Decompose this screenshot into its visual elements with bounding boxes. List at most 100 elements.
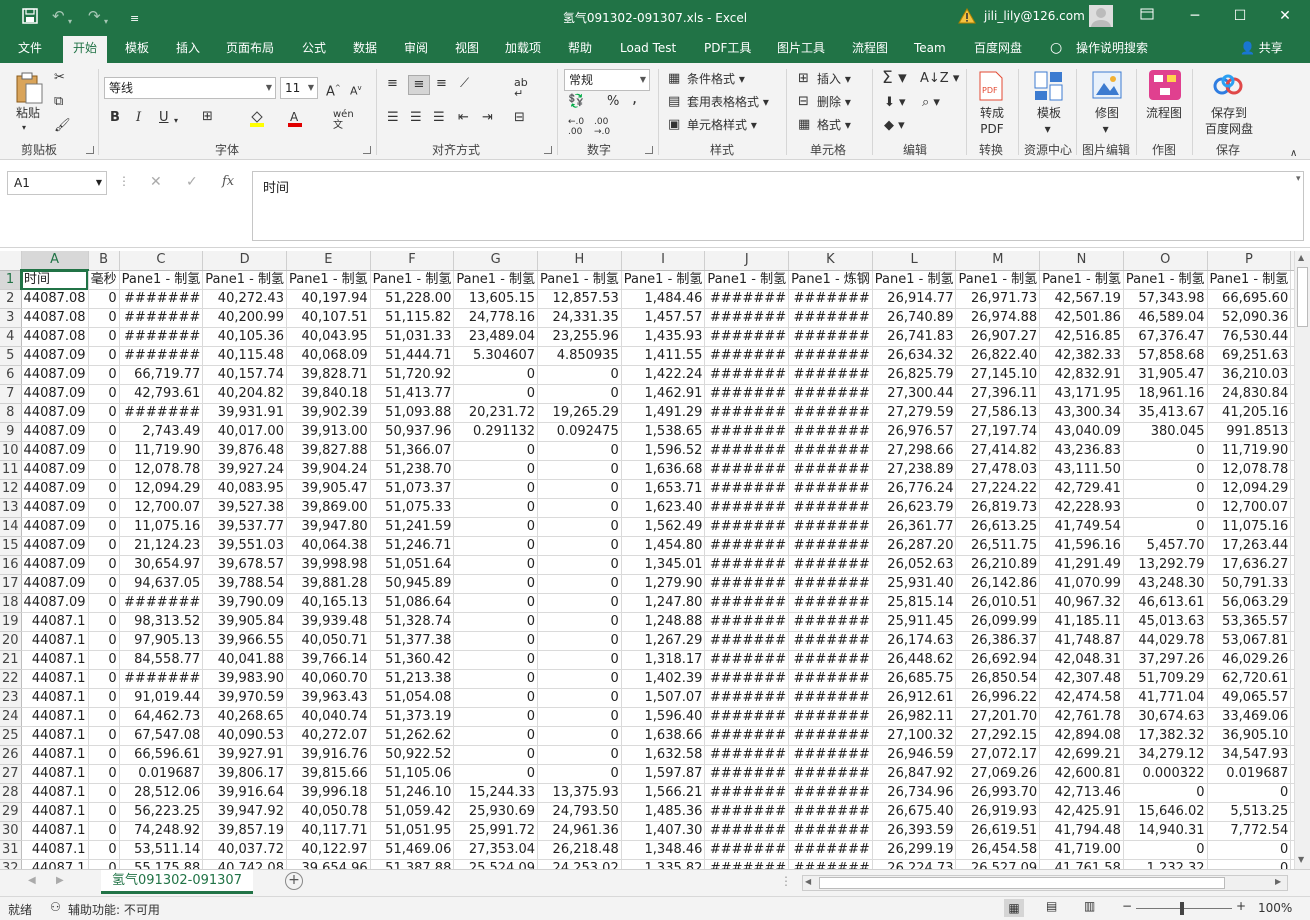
cell-e10[interactable]: 39,827.88 xyxy=(286,441,371,461)
cell-k25[interactable]: ####### xyxy=(788,726,873,746)
cell-h7[interactable]: 0 xyxy=(537,384,622,404)
worksheet-grid[interactable]: ABCDEFGHIJKLMNOPQR 1时间毫秒Pane1 - 制氢Pane1 … xyxy=(0,251,1294,869)
cell-l16[interactable]: 26,052.63 xyxy=(872,555,957,575)
cell-c21[interactable]: 84,558.77 xyxy=(119,650,204,670)
cell-n27[interactable]: 42,600.81 xyxy=(1039,764,1124,784)
cell-h32[interactable]: 24,253.02 xyxy=(537,859,622,869)
cell-d21[interactable]: 40,041.88 xyxy=(202,650,287,670)
cell-m10[interactable]: 27,414.82 xyxy=(955,441,1041,461)
cell-g11[interactable]: 0 xyxy=(453,460,539,480)
cell-k19[interactable]: ####### xyxy=(788,612,873,632)
cell-k24[interactable]: ####### xyxy=(788,707,873,727)
cell-c29[interactable]: 56,223.25 xyxy=(119,802,204,822)
column-header-p[interactable]: P xyxy=(1207,251,1292,271)
cell-a19[interactable]: 44087.1 xyxy=(21,612,89,632)
horizontal-scrollbar[interactable]: ◀ ▶ xyxy=(802,875,1288,891)
cell-g7[interactable]: 0 xyxy=(453,384,539,404)
cell-b4[interactable]: 0 xyxy=(88,327,120,347)
to-pdf-button[interactable]: 转成 PDF xyxy=(979,105,1005,137)
cell-f3[interactable]: 51,115.82 xyxy=(370,308,455,328)
cell-o20[interactable]: 44,029.78 xyxy=(1123,631,1208,651)
cell-b11[interactable]: 0 xyxy=(88,460,120,480)
cell-f1[interactable]: Pane1 - 制氢 xyxy=(370,270,455,290)
cell-o16[interactable]: 13,292.79 xyxy=(1123,555,1208,575)
cell-m25[interactable]: 27,292.15 xyxy=(955,726,1041,746)
cell-a16[interactable]: 44087.09 xyxy=(21,555,89,575)
cell-m30[interactable]: 26,619.51 xyxy=(955,821,1041,841)
increase-indent-icon[interactable]: ⇥ xyxy=(482,111,493,125)
cell-a12[interactable]: 44087.09 xyxy=(21,479,89,499)
cell-j17[interactable]: ####### xyxy=(704,574,790,594)
row-header[interactable]: 31 xyxy=(0,840,22,860)
cell-n8[interactable]: 43,300.34 xyxy=(1039,403,1124,423)
cell-l21[interactable]: 26,448.62 xyxy=(872,650,957,670)
cell-k4[interactable]: ####### xyxy=(788,327,873,347)
cell-f4[interactable]: 51,031.33 xyxy=(370,327,455,347)
cell-i6[interactable]: 1,422.24 xyxy=(621,365,706,385)
row-header[interactable]: 19 xyxy=(0,612,22,632)
cell-m6[interactable]: 27,145.10 xyxy=(955,365,1041,385)
phonetic-icon[interactable]: wén 文 xyxy=(333,109,354,131)
cell-f19[interactable]: 51,328.74 xyxy=(370,612,455,632)
font-color-icon[interactable]: A xyxy=(287,109,303,131)
cell-k13[interactable]: ####### xyxy=(788,498,873,518)
cell-l2[interactable]: 26,914.77 xyxy=(872,289,957,309)
cell-i28[interactable]: 1,566.21 xyxy=(621,783,706,803)
cell-j15[interactable]: ####### xyxy=(704,536,790,556)
cell-e24[interactable]: 40,040.74 xyxy=(286,707,371,727)
status-accessibility[interactable]: 辅助功能: 不可用 xyxy=(68,901,160,918)
collapse-ribbon-icon[interactable]: ∧ xyxy=(1290,147,1297,161)
cell-a21[interactable]: 44087.1 xyxy=(21,650,89,670)
cell-f8[interactable]: 51,093.88 xyxy=(370,403,455,423)
cell-a22[interactable]: 44087.1 xyxy=(21,669,89,689)
find-select-icon[interactable]: ⌕ ▾ xyxy=(922,96,940,110)
zoom-in-icon[interactable]: + xyxy=(1236,899,1246,913)
cell-l20[interactable]: 26,174.63 xyxy=(872,631,957,651)
cell-h29[interactable]: 24,793.50 xyxy=(537,802,622,822)
cell-g32[interactable]: 25,524.09 xyxy=(453,859,539,869)
clipboard-launcher-icon[interactable] xyxy=(86,146,94,154)
cell-h1[interactable]: Pane1 - 制氢 xyxy=(537,270,622,290)
cell-g2[interactable]: 13,605.15 xyxy=(453,289,539,309)
cell-d15[interactable]: 39,551.03 xyxy=(202,536,287,556)
cell-n12[interactable]: 42,729.41 xyxy=(1039,479,1124,499)
cell-g6[interactable]: 0 xyxy=(453,365,539,385)
cancel-icon[interactable]: ✕ xyxy=(150,174,162,190)
cell-p10[interactable]: 11,719.90 xyxy=(1207,441,1292,461)
cell-j23[interactable]: ####### xyxy=(704,688,790,708)
cell-o13[interactable]: 0 xyxy=(1123,498,1208,518)
cell-p21[interactable]: 46,029.26 xyxy=(1207,650,1292,670)
cell-l19[interactable]: 25,911.45 xyxy=(872,612,957,632)
tab-review[interactable]: 审阅 xyxy=(404,33,428,63)
cell-o18[interactable]: 46,613.61 xyxy=(1123,593,1208,613)
cell-l10[interactable]: 27,298.66 xyxy=(872,441,957,461)
cell-k26[interactable]: ####### xyxy=(788,745,873,765)
cell-j8[interactable]: ####### xyxy=(704,403,790,423)
cell-l12[interactable]: 26,776.24 xyxy=(872,479,957,499)
row-header[interactable]: 29 xyxy=(0,802,22,822)
cell-g17[interactable]: 0 xyxy=(453,574,539,594)
warning-icon[interactable] xyxy=(958,7,976,24)
cell-c17[interactable]: 94,637.05 xyxy=(119,574,204,594)
column-header-j[interactable]: J xyxy=(704,251,790,271)
cell-o12[interactable]: 0 xyxy=(1123,479,1208,499)
cell-h3[interactable]: 24,331.35 xyxy=(537,308,622,328)
cell-k5[interactable]: ####### xyxy=(788,346,873,366)
cell-h6[interactable]: 0 xyxy=(537,365,622,385)
cell-a4[interactable]: 44087.08 xyxy=(21,327,89,347)
align-top-icon[interactable]: ≡ xyxy=(387,77,398,91)
cell-l13[interactable]: 26,623.79 xyxy=(872,498,957,518)
cell-c19[interactable]: 98,313.52 xyxy=(119,612,204,632)
cell-k17[interactable]: ####### xyxy=(788,574,873,594)
zoom-out-icon[interactable]: − xyxy=(1122,899,1132,913)
add-sheet-icon[interactable]: + xyxy=(285,872,303,890)
cell-d23[interactable]: 39,970.59 xyxy=(202,688,287,708)
cell-d30[interactable]: 39,857.19 xyxy=(202,821,287,841)
row-header[interactable]: 20 xyxy=(0,631,22,651)
cell-b12[interactable]: 0 xyxy=(88,479,120,499)
border-icon[interactable]: ⊞ xyxy=(202,110,213,124)
cell-k23[interactable]: ####### xyxy=(788,688,873,708)
cell-d13[interactable]: 39,527.38 xyxy=(202,498,287,518)
cell-g5[interactable]: 5.304607 xyxy=(453,346,539,366)
cell-f13[interactable]: 51,075.33 xyxy=(370,498,455,518)
